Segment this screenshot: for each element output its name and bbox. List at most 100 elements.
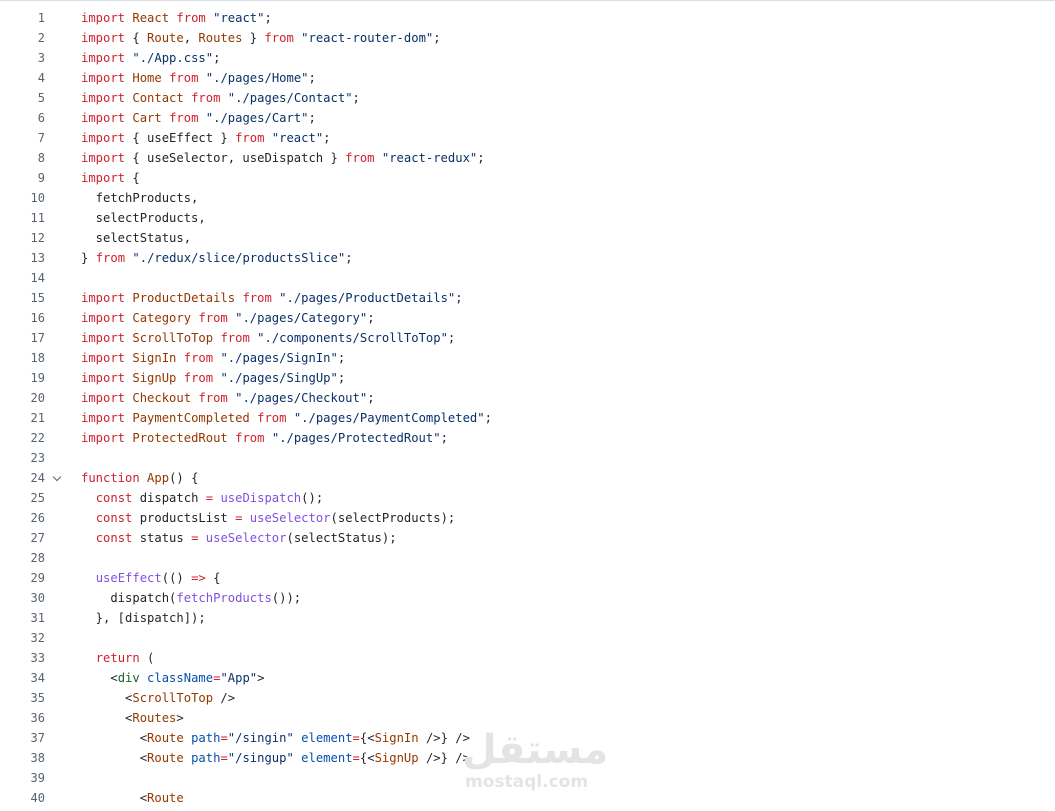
- line-number[interactable]: 32: [0, 628, 45, 648]
- code-text: import Checkout from "./pages/Checkout";: [81, 388, 375, 408]
- code-line: 3 import "./App.css";: [0, 48, 1055, 68]
- code-token: import: [81, 331, 126, 345]
- line-number[interactable]: 29: [0, 568, 45, 588]
- code-token: from: [198, 391, 228, 405]
- code-token: Routes: [132, 711, 177, 725]
- code-token: }, [dispatch]);: [81, 611, 206, 625]
- code-token: =: [220, 751, 228, 765]
- code-token: ((): [161, 571, 192, 585]
- code-line: 33 return (: [0, 648, 1055, 668]
- code-token: Route: [147, 791, 184, 805]
- line-number[interactable]: 21: [0, 408, 45, 428]
- code-token: Route: [147, 751, 184, 765]
- code-text: import ScrollToTop from "./components/Sc…: [81, 328, 455, 348]
- line-number[interactable]: 19: [0, 368, 45, 388]
- code-token: <: [81, 711, 133, 725]
- code-token: className: [147, 671, 214, 685]
- code-text: <Routes>: [81, 708, 184, 728]
- line-number[interactable]: 17: [0, 328, 45, 348]
- line-number[interactable]: 22: [0, 428, 45, 448]
- code-token: import: [81, 111, 126, 125]
- watermark-arabic-text: مستقل: [462, 727, 609, 773]
- code-text: import ProtectedRout from "./pages/Prote…: [81, 428, 448, 448]
- line-number[interactable]: 31: [0, 608, 45, 628]
- code-token: />: [213, 691, 236, 705]
- line-number[interactable]: 5: [0, 88, 45, 108]
- line-number[interactable]: 1: [0, 8, 45, 28]
- code-text: const status = useSelector(selectStatus)…: [81, 528, 397, 548]
- line-number[interactable]: 38: [0, 748, 45, 768]
- line-number[interactable]: 18: [0, 348, 45, 368]
- code-line: 20 import Checkout from "./pages/Checkout…: [0, 388, 1055, 408]
- code-text: <Route path="/singup" element={<SignUp /…: [81, 748, 470, 768]
- code-text: <Route: [81, 788, 184, 808]
- code-token: {: [125, 171, 140, 185]
- line-number[interactable]: 16: [0, 308, 45, 328]
- code-line: 7 import { useEffect } from "react";: [0, 128, 1055, 148]
- line-number[interactable]: 12: [0, 228, 45, 248]
- code-text: import React from "react";: [81, 8, 272, 28]
- code-viewer: 1 import React from "react"; 2 import { Rou…: [0, 8, 1055, 808]
- line-number[interactable]: 23: [0, 448, 45, 468]
- code-line: 1 import React from "react";: [0, 8, 1055, 28]
- code-line: 2 import { Route, Routes } from "react-ro…: [0, 28, 1055, 48]
- code-line: 28: [0, 548, 1055, 568]
- line-number[interactable]: 10: [0, 188, 45, 208]
- mostaql-watermark: مستقل mostaql.com: [462, 728, 607, 798]
- line-number[interactable]: 24: [0, 468, 45, 488]
- code-token: (selectProducts);: [330, 511, 456, 525]
- code-token: >: [257, 671, 265, 685]
- line-number[interactable]: 13: [0, 248, 45, 268]
- code-token: const: [95, 531, 133, 545]
- line-number[interactable]: 37: [0, 728, 45, 748]
- code-token: "App": [220, 671, 258, 685]
- line-number[interactable]: 15: [0, 288, 45, 308]
- code-text: import ProductDetails from "./pages/Prod…: [81, 288, 463, 308]
- line-number[interactable]: 39: [0, 768, 45, 788]
- code-token: SignIn: [374, 731, 419, 745]
- line-number[interactable]: 25: [0, 488, 45, 508]
- code-line: 5 import Contact from "./pages/Contact";: [0, 88, 1055, 108]
- line-number[interactable]: 26: [0, 508, 45, 528]
- code-text: import SignUp from "./pages/SingUp";: [81, 368, 345, 388]
- code-token: Checkout: [132, 391, 192, 405]
- line-number[interactable]: 4: [0, 68, 45, 88]
- line-number[interactable]: 36: [0, 708, 45, 728]
- code-line: 36 <Routes>: [0, 708, 1055, 728]
- code-token: =: [220, 731, 228, 745]
- line-number[interactable]: 35: [0, 688, 45, 708]
- line-number[interactable]: 20: [0, 388, 45, 408]
- fold-chevron-icon[interactable]: [52, 472, 62, 482]
- line-number[interactable]: 28: [0, 548, 45, 568]
- code-token: Cart: [132, 111, 162, 125]
- line-number[interactable]: 27: [0, 528, 45, 548]
- code-token: "react": [271, 131, 324, 145]
- watermark-latin-text: mostaql.com: [465, 772, 589, 792]
- code-token: ProductDetails: [132, 291, 236, 305]
- line-number[interactable]: 8: [0, 148, 45, 168]
- code-text: import { useSelector, useDispatch } from…: [81, 148, 485, 168]
- code-token: =: [352, 731, 360, 745]
- code-token: import: [81, 411, 126, 425]
- line-number[interactable]: 2: [0, 28, 45, 48]
- line-number[interactable]: 40: [0, 788, 45, 808]
- line-number[interactable]: 30: [0, 588, 45, 608]
- line-number[interactable]: 9: [0, 168, 45, 188]
- line-number[interactable]: 3: [0, 48, 45, 68]
- code-text: <Route path="/singin" element={<SignIn /…: [81, 728, 470, 748]
- code-text: selectProducts,: [81, 208, 206, 228]
- line-number[interactable]: 7: [0, 128, 45, 148]
- line-number[interactable]: 14: [0, 268, 45, 288]
- line-number[interactable]: 34: [0, 668, 45, 688]
- line-number[interactable]: 6: [0, 108, 45, 128]
- code-token: SignUp: [132, 371, 177, 385]
- line-number[interactable]: 11: [0, 208, 45, 228]
- code-token: App: [147, 471, 170, 485]
- code-token: ;: [367, 311, 375, 325]
- code-text: import PaymentCompleted from "./pages/Pa…: [81, 408, 492, 428]
- line-number[interactable]: 33: [0, 648, 45, 668]
- code-token: import: [81, 151, 126, 165]
- code-token: return: [95, 651, 140, 665]
